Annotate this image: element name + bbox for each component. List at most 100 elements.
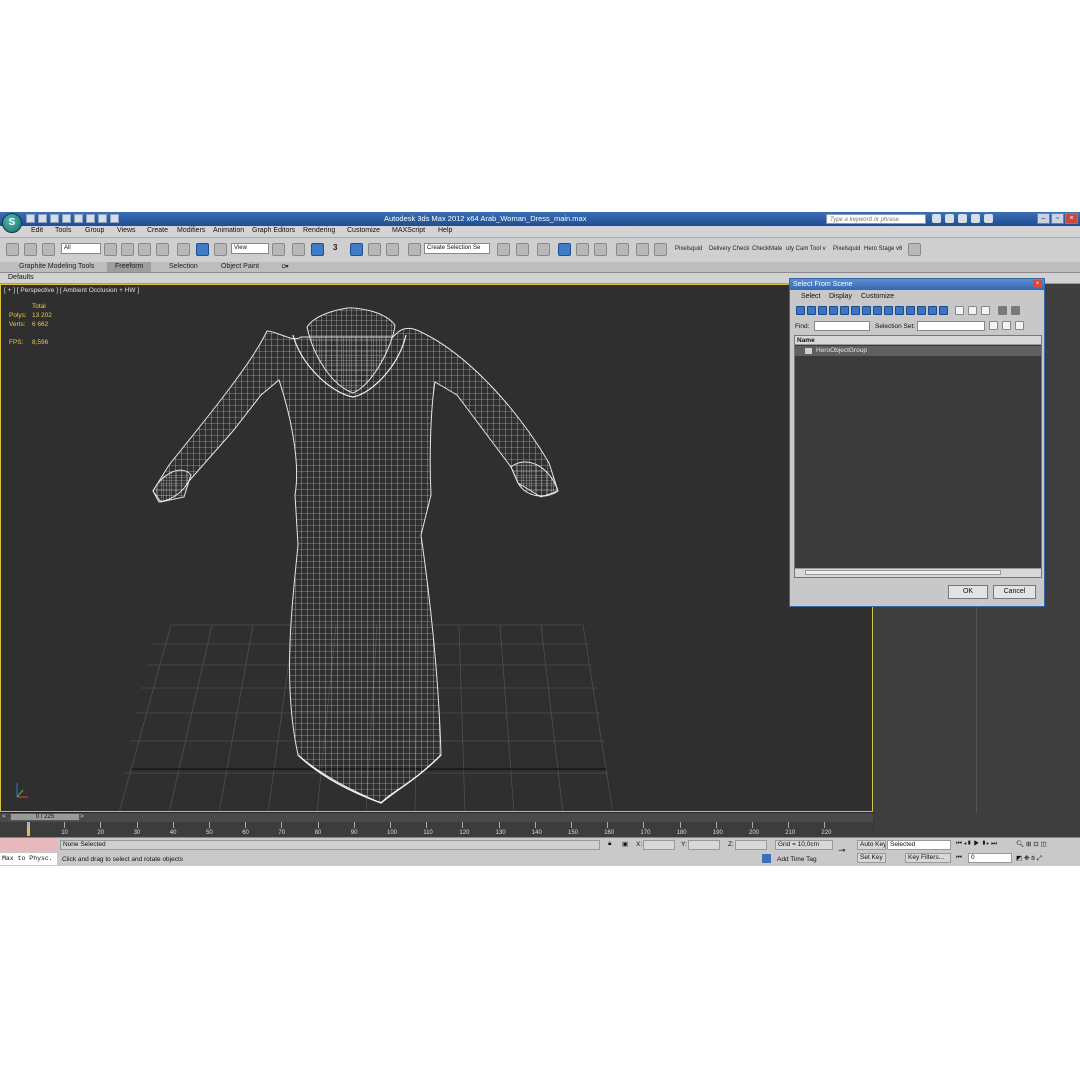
add-time-tag[interactable]: Add Time Tag — [777, 856, 817, 863]
rectangular-selection-icon[interactable] — [138, 243, 151, 256]
schematic-view-icon[interactable] — [594, 243, 607, 256]
project-folder-icon[interactable] — [110, 214, 119, 223]
absolute-mode-icon[interactable]: ▣ — [622, 840, 628, 848]
reference-coordinate-dropdown[interactable]: View — [231, 243, 269, 254]
menu-edit[interactable]: Edit — [31, 227, 43, 234]
viewport-orbit-icons[interactable]: ◩ ✥ ✋︎ ⤢ — [1016, 854, 1042, 863]
next-frame-icon[interactable]: > — [80, 813, 84, 820]
material-editor-icon[interactable] — [616, 243, 629, 256]
teapot-render-icon[interactable] — [908, 243, 921, 256]
ribbon-options-icon[interactable]: ◘▾ — [282, 262, 289, 272]
scrollbar-thumb[interactable] — [805, 570, 1001, 575]
application-menu-button[interactable]: S — [2, 213, 22, 233]
minimize-button[interactable]: – — [1037, 213, 1050, 224]
tab-selection[interactable]: Selection — [169, 262, 198, 272]
delivery-check-button[interactable]: Delivery Check — [709, 246, 749, 252]
ok-button[interactable]: OK — [948, 585, 988, 599]
menu-help[interactable]: Help — [438, 227, 452, 234]
z-coord-field[interactable] — [735, 840, 767, 850]
select-all-icon[interactable] — [955, 306, 964, 315]
spinner-snap-icon[interactable] — [386, 243, 399, 256]
selection-set-dropdown[interactable] — [917, 321, 985, 331]
menu-animation[interactable]: Animation — [213, 227, 244, 234]
select-object-icon[interactable] — [104, 243, 117, 256]
dialog-title[interactable]: Select From Scene — [790, 279, 1044, 290]
bind-space-warp-icon[interactable] — [42, 243, 55, 256]
selection-set-key-dropdown[interactable]: Selected — [887, 840, 951, 850]
undo-dropdown-icon[interactable] — [74, 214, 83, 223]
dialog-menu-select[interactable]: Select — [801, 293, 820, 300]
edit-named-selection-icon[interactable] — [408, 243, 421, 256]
time-tag-icon[interactable] — [762, 854, 771, 863]
display-helpers-icon[interactable] — [840, 306, 849, 315]
favorites-star-icon[interactable] — [971, 214, 980, 223]
close-button[interactable]: × — [1065, 213, 1078, 224]
percent-snap-icon[interactable] — [368, 243, 381, 256]
x-coord-field[interactable] — [643, 840, 675, 850]
select-none-icon[interactable] — [968, 306, 977, 315]
render-frame-icon[interactable] — [654, 243, 667, 256]
display-groups-icon[interactable] — [862, 306, 871, 315]
playback-controls[interactable]: ⏮ ◂▮ ▶ ▮▸ ⏭ — [956, 840, 997, 848]
render-setup-icon[interactable] — [636, 243, 649, 256]
hero-stage-button[interactable]: Hero Stage v6 — [864, 246, 902, 252]
create-selection-set-icon[interactable] — [989, 321, 998, 330]
tab-freeform[interactable]: Freeform — [107, 262, 152, 272]
graphite-toggle-icon[interactable] — [558, 243, 571, 256]
key-mode-toggle-icon[interactable]: ⏮ — [956, 854, 962, 862]
save-file-icon[interactable] — [50, 214, 59, 223]
select-and-link-icon[interactable] — [6, 243, 19, 256]
tab-graphite-modeling-tools[interactable]: Graphite Modeling Tools — [19, 262, 94, 272]
undo-icon[interactable] — [62, 214, 71, 223]
menu-maxscript[interactable]: MAXScript — [392, 227, 425, 234]
set-key-button[interactable]: Set Key — [857, 853, 886, 863]
display-lights-icon[interactable] — [818, 306, 827, 315]
tab-object-paint[interactable]: Object Paint — [221, 262, 259, 272]
pixelsquid-button[interactable]: Pixelsquid — [675, 246, 702, 252]
delete-selection-set-icon[interactable] — [1015, 321, 1024, 330]
menu-group[interactable]: Group — [85, 227, 104, 234]
display-frozen-icon[interactable] — [906, 306, 915, 315]
find-input[interactable] — [814, 321, 870, 331]
menu-customize[interactable]: Customize — [347, 227, 380, 234]
display-all-icon[interactable] — [928, 306, 937, 315]
menu-views[interactable]: Views — [117, 227, 136, 234]
select-and-scale-icon[interactable] — [214, 243, 227, 256]
display-none-icon[interactable] — [939, 306, 948, 315]
display-bones-icon[interactable] — [884, 306, 893, 315]
current-frame-field[interactable]: 0 — [968, 853, 1012, 863]
menu-rendering[interactable]: Rendering — [303, 227, 335, 234]
display-containers-icon[interactable] — [895, 306, 904, 315]
display-geometry-icon[interactable] — [796, 306, 805, 315]
horizontal-scrollbar[interactable] — [795, 568, 1041, 577]
angle-snap-icon[interactable] — [350, 243, 363, 256]
display-cameras-icon[interactable] — [829, 306, 838, 315]
edit-selection-set-icon[interactable] — [1002, 321, 1011, 330]
key-filters-button[interactable]: Key Filters... — [905, 853, 951, 863]
checkmate-button[interactable]: CheckMate — [752, 246, 782, 252]
viewport-canvas[interactable] — [1, 285, 872, 811]
list-item[interactable]: HeroObjectGroup — [795, 346, 1041, 356]
unlink-icon[interactable] — [24, 243, 37, 256]
communication-icon[interactable] — [958, 214, 967, 223]
select-by-name-icon[interactable] — [121, 243, 134, 256]
layer-manager-icon[interactable] — [537, 243, 550, 256]
cam-tool-button[interactable]: uty Cam Tool v — [786, 246, 826, 252]
binoculars-icon[interactable] — [932, 214, 941, 223]
help-icon[interactable] — [984, 214, 993, 223]
select-and-rotate-icon[interactable] — [196, 243, 209, 256]
filter-icon[interactable] — [998, 306, 1007, 315]
sync-selection-icon[interactable] — [1011, 306, 1020, 315]
help-search-input[interactable]: Type a keyword or phrase — [826, 214, 926, 224]
open-file-icon[interactable] — [38, 214, 47, 223]
named-selection-dropdown[interactable]: Create Selection Se — [424, 243, 490, 254]
display-xrefs-icon[interactable] — [873, 306, 882, 315]
display-shapes-icon[interactable] — [807, 306, 816, 315]
window-crossing-icon[interactable] — [156, 243, 169, 256]
menu-graph-editors[interactable]: Graph Editors — [252, 227, 295, 234]
pixelsquid-button-2[interactable]: Pixelsquid — [833, 246, 860, 252]
dialog-close-button[interactable]: × — [1033, 280, 1042, 288]
align-icon[interactable] — [516, 243, 529, 256]
track-bar[interactable]: 10 20 30 40 50 60 70 80 90 100 110 120 130 140 150 160 1… — [0, 822, 873, 837]
restore-button[interactable]: ▫ — [1051, 213, 1064, 224]
